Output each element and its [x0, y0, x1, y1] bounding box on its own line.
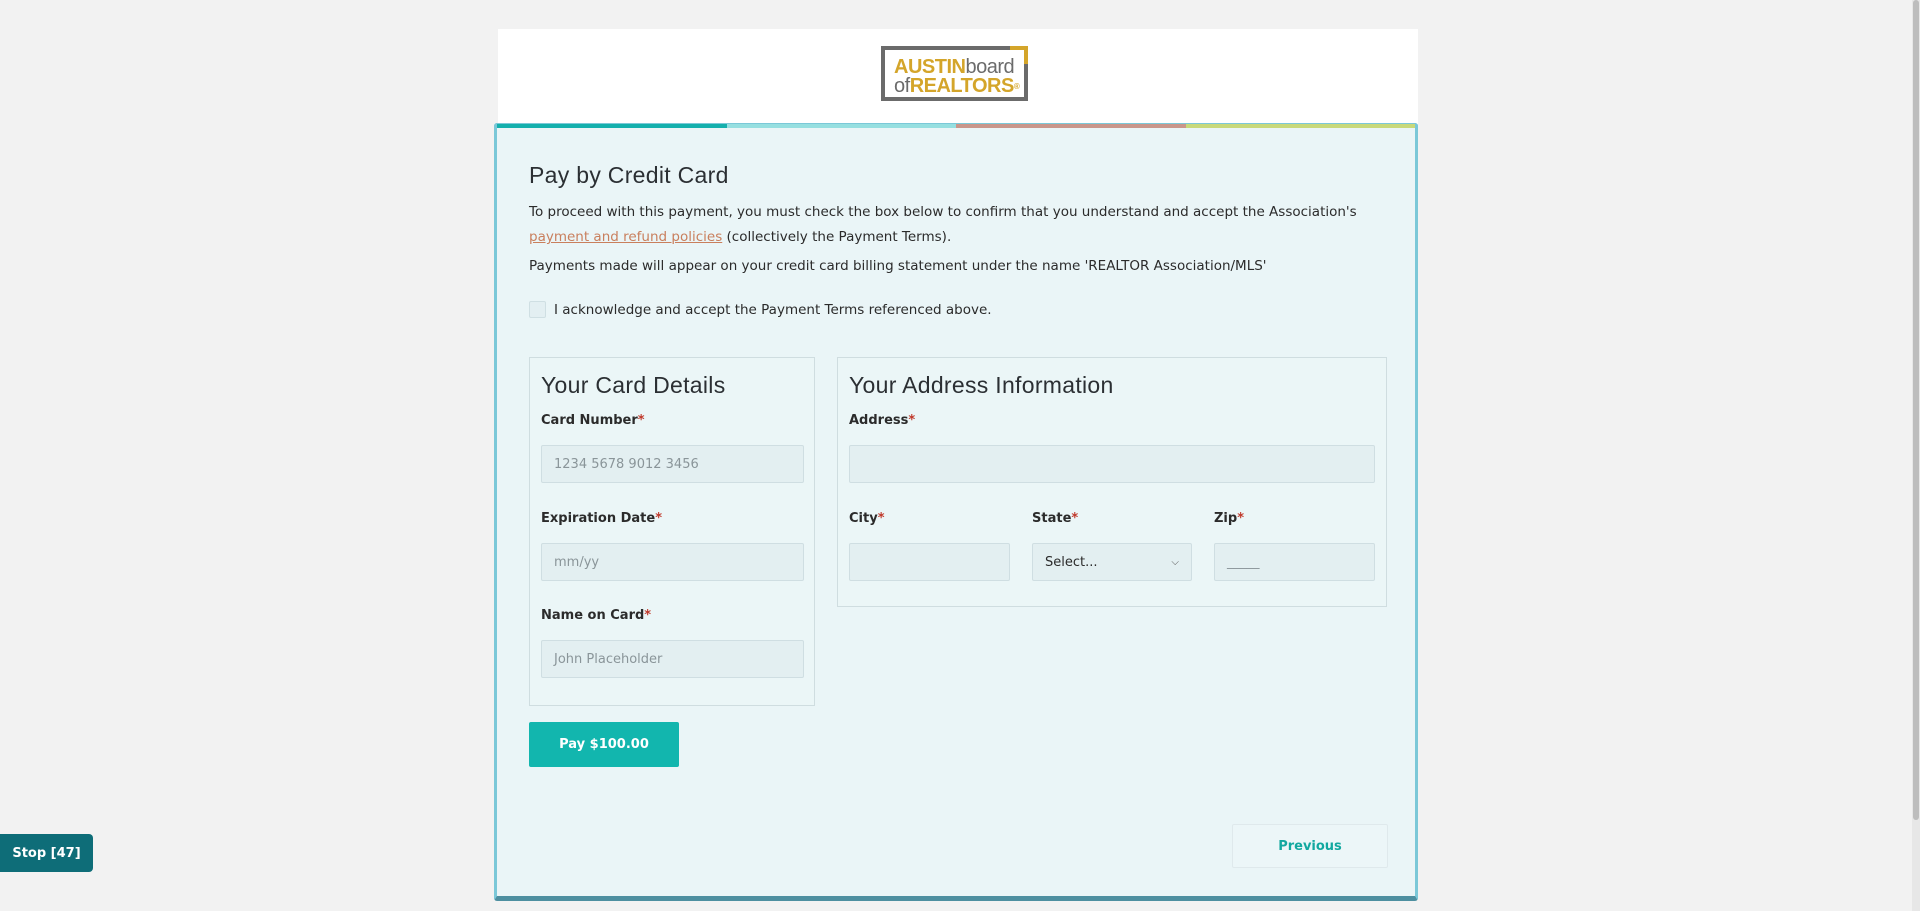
logo-text-realtors: REALTORS: [909, 75, 1015, 97]
card-number-input[interactable]: 1234 5678 9012 3456: [541, 445, 804, 483]
progress-segment-2: [726, 124, 956, 128]
austin-board-of-realtors-logo: AUSTINboard ofREALTORS®: [881, 46, 1028, 101]
acknowledge-label[interactable]: I acknowledge and accept the Payment Ter…: [554, 302, 992, 318]
required-mark: *: [1071, 511, 1079, 526]
name-on-card-input[interactable]: John Placeholder: [541, 640, 804, 678]
page-title: Pay by Credit Card: [529, 162, 729, 188]
page-scrollbar[interactable]: [1912, 0, 1920, 911]
state-select-value: Select...: [1045, 554, 1098, 570]
state-select[interactable]: Select... ⌵: [1032, 543, 1192, 581]
chevron-down-icon: ⌵: [1171, 556, 1179, 568]
previous-button[interactable]: Previous: [1232, 824, 1388, 868]
state-label: State*: [1032, 511, 1079, 526]
intro-text: To proceed with this payment, you must c…: [529, 204, 1357, 220]
acknowledge-row: I acknowledge and accept the Payment Ter…: [529, 301, 992, 318]
required-mark: *: [1237, 511, 1245, 526]
address-label: Address*: [849, 413, 916, 428]
billing-statement-note: Payments made will appear on your credit…: [529, 258, 1267, 274]
zip-input[interactable]: _____: [1214, 543, 1375, 581]
acknowledge-checkbox[interactable]: [529, 301, 546, 318]
required-mark: *: [637, 413, 645, 428]
card-number-label: Card Number*: [541, 413, 645, 428]
city-input[interactable]: [849, 543, 1010, 581]
city-label: City*: [849, 511, 885, 526]
required-mark: *: [877, 511, 885, 526]
progress-segment-3: [956, 124, 1186, 128]
intro-text-end: (collectively the Payment Terms).: [722, 229, 952, 245]
required-mark: *: [644, 608, 652, 623]
step-progress-bar: [497, 124, 1415, 128]
expiration-date-label: Expiration Date*: [541, 511, 663, 526]
card-details-panel: Your Card Details Card Number* 1234 5678…: [529, 357, 815, 706]
expiration-date-input[interactable]: mm/yy: [541, 543, 804, 581]
progress-segment-4: [1185, 124, 1415, 128]
stop-button[interactable]: Stop [47]: [0, 834, 93, 872]
scrollbar-thumb[interactable]: [1913, 0, 1919, 820]
name-on-card-label: Name on Card*: [541, 608, 652, 623]
required-mark: *: [655, 511, 663, 526]
payment-terms-intro: To proceed with this payment, you must c…: [529, 200, 1389, 250]
header-band: AUSTINboard ofREALTORS®: [498, 29, 1418, 124]
required-mark: *: [908, 413, 916, 428]
zip-label: Zip*: [1214, 511, 1245, 526]
pay-button[interactable]: Pay $100.00: [529, 722, 679, 767]
logo-text-of: of: [894, 75, 910, 97]
progress-segment-1: [497, 124, 727, 128]
card-details-title: Your Card Details: [541, 372, 726, 398]
address-input[interactable]: [849, 445, 1375, 483]
address-title: Your Address Information: [849, 372, 1114, 398]
payment-card: Pay by Credit Card To proceed with this …: [494, 123, 1418, 901]
payment-refund-policies-link[interactable]: payment and refund policies: [529, 229, 722, 245]
logo-registered-mark: ®: [1013, 82, 1020, 91]
address-panel: Your Address Information Address* City* …: [837, 357, 1387, 607]
